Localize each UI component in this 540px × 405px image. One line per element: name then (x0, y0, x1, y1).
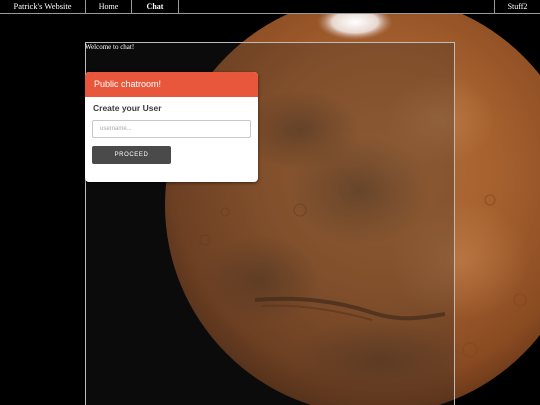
create-user-card: Public chatroom! Create your User PROCEE… (85, 72, 258, 182)
site-brand-link[interactable]: Patrick's Website (0, 0, 85, 13)
card-title: Create your User (93, 103, 162, 113)
proceed-button[interactable]: PROCEED (92, 146, 171, 164)
top-navigation-bar: Patrick's Website Home Chat Stuff2 (0, 0, 540, 14)
card-header: Public chatroom! (85, 72, 258, 97)
nav-item-home[interactable]: Home (85, 0, 132, 13)
nav-item-chat[interactable]: Chat (132, 0, 179, 13)
nav-item-stuff2[interactable]: Stuff2 (494, 0, 540, 13)
username-input[interactable] (92, 120, 251, 138)
welcome-text: Welcome to chat! (85, 43, 135, 51)
page: Patrick's Website Home Chat Stuff2 Welco… (0, 0, 540, 405)
